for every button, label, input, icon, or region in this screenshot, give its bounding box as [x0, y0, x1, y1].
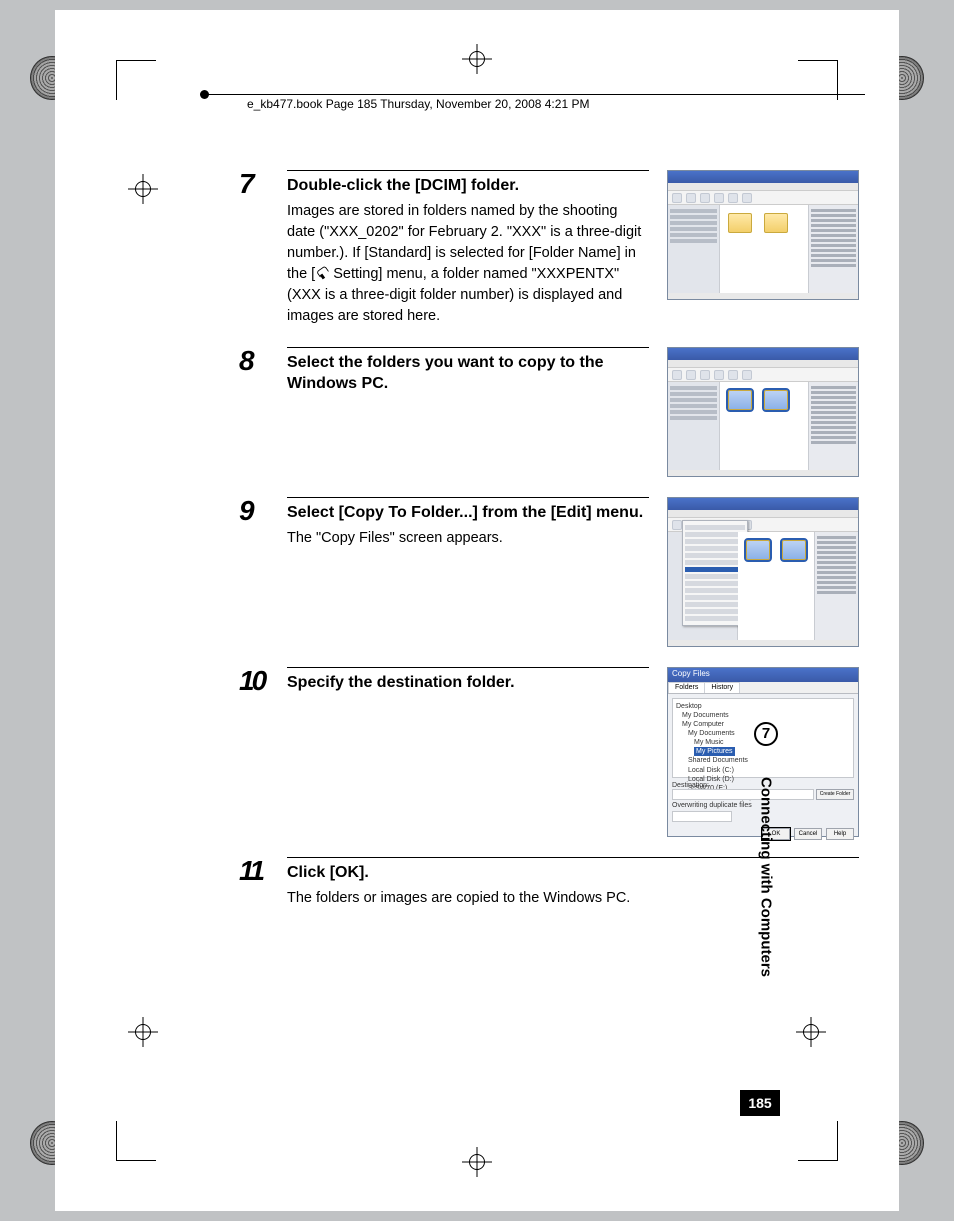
registration-mark-icon	[796, 1017, 826, 1047]
destination-field	[672, 789, 814, 800]
screenshot-thumbnail	[667, 497, 859, 647]
selected-folder-icon	[728, 390, 752, 410]
step-description: Images are stored in folders named by th…	[287, 201, 649, 327]
screenshot-thumbnail	[667, 170, 859, 300]
step-number: 8	[239, 347, 287, 375]
step-title: Select [Copy To Folder...] from the [Edi…	[287, 503, 649, 524]
tab-history: History	[704, 682, 740, 693]
registration-mark-icon	[128, 174, 158, 204]
duplicate-select	[672, 811, 732, 822]
cancel-button: Cancel	[794, 828, 822, 840]
step-9: 9 Select [Copy To Folder...] from the [E…	[239, 497, 859, 647]
page-number: 185	[740, 1090, 780, 1116]
step-number: 10	[239, 667, 287, 695]
dialog-title: Copy Files	[668, 668, 858, 682]
crop-mark	[798, 1121, 838, 1161]
step-7: 7 Double-click the [DCIM] folder. Images…	[239, 170, 859, 327]
pdf-header-text: e_kb477.book Page 185 Thursday, November…	[247, 97, 589, 111]
step-divider	[287, 170, 649, 171]
step-number: 7	[239, 170, 287, 198]
create-folder-button: Create Folder	[816, 789, 854, 800]
step-title: Specify the destination folder.	[287, 673, 649, 694]
registration-mark-icon	[128, 1017, 158, 1047]
header-rule	[205, 94, 865, 95]
folder-icon	[764, 213, 788, 233]
tab-folders: Folders	[668, 682, 705, 693]
registration-mark-icon	[462, 1147, 492, 1177]
section-tab: 7 Connecting with Computers	[752, 722, 780, 1012]
step-number: 11	[239, 857, 287, 885]
wrench-icon	[315, 266, 329, 280]
step-title: Double-click the [DCIM] folder.	[287, 176, 649, 197]
section-number: 7	[754, 722, 778, 746]
crop-mark	[116, 1121, 156, 1161]
section-label: Connecting with Computers	[758, 752, 775, 1002]
selected-folder-icon	[782, 540, 806, 560]
screenshot-thumbnail	[667, 347, 859, 477]
folder-icon	[728, 213, 752, 233]
selected-folder-icon	[746, 540, 770, 560]
step-description: The "Copy Files" screen appears.	[287, 528, 649, 549]
page-paper: e_kb477.book Page 185 Thursday, November…	[55, 10, 899, 1211]
help-button: Help	[826, 828, 854, 840]
selected-folder-icon	[764, 390, 788, 410]
step-title: Select the folders you want to copy to t…	[287, 353, 649, 395]
registration-mark-icon	[462, 44, 492, 74]
step-number: 9	[239, 497, 287, 525]
step-8: 8 Select the folders you want to copy to…	[239, 347, 859, 477]
crop-mark	[116, 60, 156, 100]
